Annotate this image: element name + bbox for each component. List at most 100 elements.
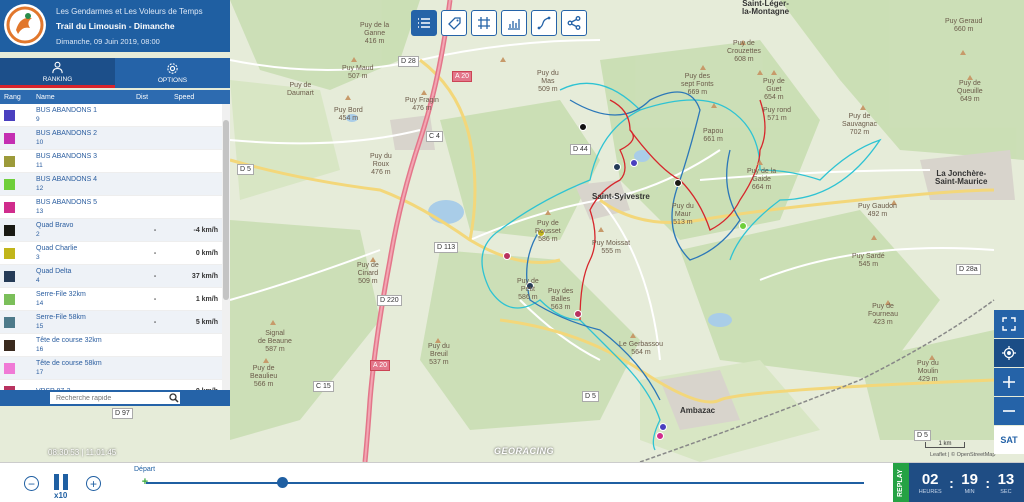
col-rang[interactable]: Rang	[0, 94, 36, 101]
ranking-row[interactable]: BUS ABANDONS 3 11	[0, 150, 230, 173]
fullscreen-button[interactable]	[994, 310, 1024, 338]
search-input[interactable]	[50, 392, 180, 404]
map-attribution[interactable]: Leaflet | © OpenStreetMap	[930, 452, 995, 458]
speed-up-button[interactable]: +	[86, 476, 101, 491]
place-label: Puy de Daumart	[287, 82, 314, 97]
zoom-in-button[interactable]	[994, 368, 1024, 396]
participant-name: Serre-File 58km 15	[36, 313, 136, 331]
locate-button[interactable]	[994, 339, 1024, 367]
start-marker-icon: +	[141, 476, 149, 488]
list-scrollbar[interactable]	[222, 104, 230, 390]
place-label: Puy de Petit 586 m	[517, 278, 539, 301]
ranking-row[interactable]: Quad Delta 4 - 37 km/h	[0, 265, 230, 288]
color-swatch	[4, 339, 15, 351]
route-button[interactable]	[531, 10, 557, 36]
ranking-row[interactable]: Tête de course 58km 17	[0, 357, 230, 380]
place-label: Puy Gaudon 492 m	[858, 203, 897, 218]
place-label: Puy des sept Fonts 669 m	[681, 73, 714, 96]
map-toolbar	[411, 10, 587, 36]
participant-label: BUS ABANDONS 5	[36, 199, 98, 206]
scroll-thumb[interactable]	[223, 120, 229, 300]
place-label: Saint-Léger- la-Montagne	[742, 0, 790, 16]
zoom-out-button[interactable]	[994, 397, 1024, 425]
place-label: Puy de Queuille 649 m	[957, 80, 983, 103]
road-label: D 5	[914, 430, 931, 441]
participant-speed: 37 km/h	[191, 272, 218, 280]
ranking-row[interactable]: Quad Charlie 3 - 0 km/h	[0, 242, 230, 265]
road-label: D 220	[377, 295, 402, 306]
map-controls: SAT	[994, 310, 1024, 454]
timeline-handle[interactable]	[277, 477, 289, 488]
share-button[interactable]	[561, 10, 587, 36]
participant-number: 12	[36, 185, 44, 192]
ranking-row[interactable]: Serre-File 58km 15 - 5 km/h	[0, 311, 230, 334]
color-swatch	[4, 109, 15, 121]
ranking-list: Rang Name Dist Speed BUS ABANDONS 1 9 BUS …	[0, 90, 230, 390]
place-label: Saint-Sylvestre	[592, 192, 650, 201]
road-label: C 15	[313, 381, 334, 392]
tab-ranking[interactable]: RANKING	[0, 58, 115, 88]
col-name[interactable]: Name	[36, 94, 136, 101]
participant-name: Quad Bravo 2	[36, 221, 136, 239]
ranking-row[interactable]: Tête de course 32km 16	[0, 334, 230, 357]
replay-badge[interactable]: REPLAY	[893, 463, 909, 502]
place-label: Puy de Crouzettes 608 m	[727, 40, 761, 63]
participant-label: Serre-File 32km	[36, 291, 86, 298]
col-dist[interactable]: Dist	[136, 94, 174, 101]
place-label: Signal de Beaune 587 m	[258, 330, 292, 353]
participant-name: Tête de course 58km 17	[36, 359, 136, 377]
clock-hours-label: HEURES	[918, 489, 942, 495]
road-label: D 28	[398, 56, 419, 67]
pause-button[interactable]	[54, 474, 68, 490]
place-label: Puy du Breuil 537 m	[428, 343, 450, 366]
pause-icon	[63, 474, 68, 490]
ranking-row[interactable]: VPSP 87-2-0 km/h	[0, 380, 230, 390]
road-label: A 20	[452, 71, 473, 82]
clock-seconds: 13	[997, 471, 1015, 488]
list-icon	[418, 18, 430, 28]
place-label: Puy de Fourneau 423 m	[868, 303, 898, 326]
place-label: Ambazac	[680, 406, 716, 415]
participant-label: BUS ABANDONS 1	[36, 107, 98, 114]
participant-label: Quad Charlie	[36, 245, 78, 252]
road-label: D 97	[112, 408, 133, 419]
participant-number: 14	[36, 300, 44, 307]
place-label: Puy rond 571 m	[763, 107, 792, 122]
tag-button[interactable]	[441, 10, 467, 36]
participant-name: Quad Charlie 3	[36, 244, 136, 262]
ranking-row[interactable]: BUS ABANDONS 5 13	[0, 196, 230, 219]
ranking-row[interactable]: BUS ABANDONS 4 12	[0, 173, 230, 196]
list-header: Rang Name Dist Speed	[0, 90, 230, 104]
participant-distance: -	[153, 272, 157, 280]
event-title: Trail du Limousin - Dimanche	[56, 21, 175, 31]
grid-button[interactable]	[471, 10, 497, 36]
timeline-track[interactable]	[146, 482, 864, 484]
participant-name: BUS ABANDONS 2 10	[36, 129, 136, 147]
ranking-row[interactable]: Serre-File 32km 14 - 1 km/h	[0, 288, 230, 311]
road-label: D 28a	[956, 264, 981, 275]
participant-number: 11	[36, 162, 43, 169]
col-speed[interactable]: Speed	[174, 94, 218, 101]
chart-button[interactable]	[501, 10, 527, 36]
satellite-toggle[interactable]: SAT	[994, 426, 1024, 454]
search-icon[interactable]	[168, 392, 180, 404]
ranking-row[interactable]: BUS ABANDONS 2 10	[0, 127, 230, 150]
place-label: Papou 661 m	[703, 128, 724, 143]
gear-icon	[167, 63, 178, 74]
event-logo	[4, 4, 46, 46]
ranking-row[interactable]: BUS ABANDONS 1 9	[0, 104, 230, 127]
tab-options[interactable]: OPTIONS	[115, 58, 230, 88]
list-view-button[interactable]	[411, 10, 437, 36]
speed-down-button[interactable]: −	[24, 476, 39, 491]
ranking-row[interactable]: Quad Bravo 2 - -4 km/h	[0, 219, 230, 242]
participant-number: 17	[36, 369, 44, 376]
place-label: Puy de la Ganne 416 m	[360, 22, 390, 45]
road-label: D 113	[434, 242, 459, 253]
participant-name: Tête de course 32km 16	[36, 336, 136, 354]
participant-speed: 1 km/h	[195, 295, 218, 303]
participant-label: Serre-File 58km	[36, 314, 86, 321]
plus-icon: +	[89, 476, 97, 491]
participant-number: 13	[36, 208, 44, 215]
place-label: Le Gerbassou 564 m	[619, 341, 663, 356]
participant-distance: -	[153, 226, 157, 234]
